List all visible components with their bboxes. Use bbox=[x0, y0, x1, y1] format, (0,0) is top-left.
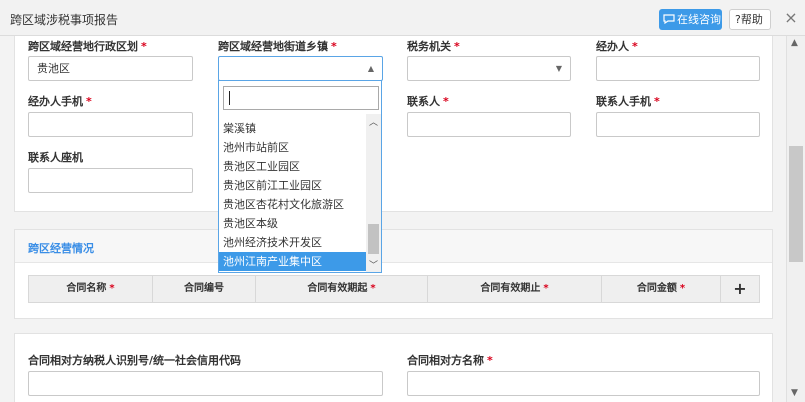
counterparty-name-input[interactable] bbox=[407, 371, 760, 396]
online-consult-label: 在线咨询 bbox=[677, 13, 721, 26]
dialog-content: 跨区域经营地行政区划 * 贵池区 跨区域经营地街道乡镇 * ▲ 税务机关 * ▼ 经办… bbox=[0, 36, 786, 402]
close-button[interactable]: × bbox=[781, 8, 801, 28]
dropdown-option[interactable]: 贵池区工业园区 bbox=[219, 157, 366, 176]
scrollbar-thumb[interactable] bbox=[789, 146, 803, 262]
dropdown-list: 棠溪镇 池州市站前区 贵池区工业园区 贵池区前江工业园区 贵池区杏花村文化旅游区 贵池区本… bbox=[219, 114, 366, 272]
help-button[interactable]: ?帮助 bbox=[729, 9, 771, 30]
dropdown-option[interactable]: 池州江南产业集中区 bbox=[219, 252, 366, 271]
dropdown-option[interactable]: 池州市站前区 bbox=[219, 138, 366, 157]
text-cursor bbox=[229, 91, 230, 105]
dialog-title: 跨区域涉税事项报告 bbox=[10, 13, 119, 27]
dropdown-option[interactable]: 贵池区前江工业园区 bbox=[219, 176, 366, 195]
cross-region-panel: 跨区经营情况 合同名称 * 合同编号 合同有效期起 * 合同有效期止 * 合同金额 * … bbox=[14, 229, 773, 319]
section-header: 跨区经营情况 bbox=[15, 230, 772, 263]
counterparty-panel: 合同相对方纳税人识别号/统一社会信用代码 合同相对方名称 * bbox=[14, 333, 773, 402]
dropdown-scroll-thumb[interactable] bbox=[368, 224, 379, 254]
contact-phone-label: 联系人手机 * bbox=[596, 95, 660, 108]
caret-up-icon: ▲ bbox=[367, 64, 374, 73]
agent-phone-label: 经办人手机 * bbox=[28, 95, 92, 108]
dropdown-option[interactable]: 棠溪镇 bbox=[219, 119, 366, 138]
help-label: 帮助 bbox=[740, 13, 763, 26]
scroll-up-icon[interactable]: ▲ bbox=[791, 38, 798, 48]
chat-icon bbox=[663, 14, 675, 25]
counterparty-name-label: 合同相对方名称 * bbox=[407, 354, 493, 367]
agent-phone-input[interactable] bbox=[28, 112, 193, 137]
admin-region-label: 跨区域经营地行政区划 * bbox=[28, 40, 147, 53]
contact-phone-input[interactable] bbox=[596, 112, 760, 137]
caret-down-icon: ▼ bbox=[555, 64, 562, 73]
dropdown-option[interactable]: 池州经济技术开发区 bbox=[219, 233, 366, 252]
tax-office-select[interactable]: ▼ bbox=[407, 56, 571, 81]
chevron-up-icon[interactable]: ︿ bbox=[369, 115, 378, 128]
dialog-scrollbar[interactable]: ▲ ▼ bbox=[786, 36, 805, 402]
admin-region-input[interactable]: 贵池区 bbox=[28, 56, 193, 81]
counterparty-taxpayer-id-input[interactable] bbox=[28, 371, 383, 396]
street-select[interactable]: ▲ bbox=[218, 56, 383, 81]
dropdown-option[interactable]: 贵池区杏花村文化旅游区 bbox=[219, 195, 366, 214]
dialog-titlebar: 跨区域涉税事项报告 在线咨询 ?帮助 × bbox=[0, 0, 805, 36]
street-dropdown: 棠溪镇 池州市站前区 贵池区工业园区 贵池区前江工业园区 贵池区杏花村文化旅游区 贵池区本… bbox=[218, 80, 382, 273]
dropdown-option[interactable]: 贵池区本级 bbox=[219, 214, 366, 233]
online-consult-button[interactable]: 在线咨询 bbox=[659, 9, 722, 30]
agent-label: 经办人 * bbox=[596, 40, 638, 53]
contact-label: 联系人 * bbox=[407, 95, 449, 108]
column-valid-to: 合同有效期止 * bbox=[428, 276, 602, 302]
contact-landline-input[interactable] bbox=[28, 168, 193, 193]
column-contract-amount: 合同金额 * bbox=[602, 276, 721, 302]
chevron-down-icon[interactable]: ﹀ bbox=[369, 258, 378, 271]
counterparty-taxpayer-id-label: 合同相对方纳税人识别号/统一社会信用代码 bbox=[28, 354, 242, 367]
column-valid-from: 合同有效期起 * bbox=[256, 276, 428, 302]
column-contract-name: 合同名称 * bbox=[29, 276, 153, 302]
dropdown-scrollbar[interactable]: ︿ ﹀ bbox=[366, 114, 381, 272]
section-title: 跨区经营情况 bbox=[28, 242, 94, 255]
contact-input[interactable] bbox=[407, 112, 571, 137]
basic-info-panel: 跨区域经营地行政区划 * 贵池区 跨区域经营地街道乡镇 * ▲ 税务机关 * ▼ 经办… bbox=[14, 36, 773, 212]
add-row-button[interactable]: + bbox=[721, 276, 759, 302]
scroll-down-icon[interactable]: ▼ bbox=[791, 388, 798, 398]
column-contract-number: 合同编号 bbox=[153, 276, 256, 302]
agent-input[interactable] bbox=[596, 56, 760, 81]
tax-office-label: 税务机关 * bbox=[407, 40, 460, 53]
contact-landline-label: 联系人座机 bbox=[28, 151, 83, 164]
contract-table-header: 合同名称 * 合同编号 合同有效期起 * 合同有效期止 * 合同金额 * + bbox=[28, 275, 760, 303]
dropdown-search-input[interactable] bbox=[223, 86, 379, 110]
street-label: 跨区域经营地街道乡镇 * bbox=[218, 40, 337, 53]
